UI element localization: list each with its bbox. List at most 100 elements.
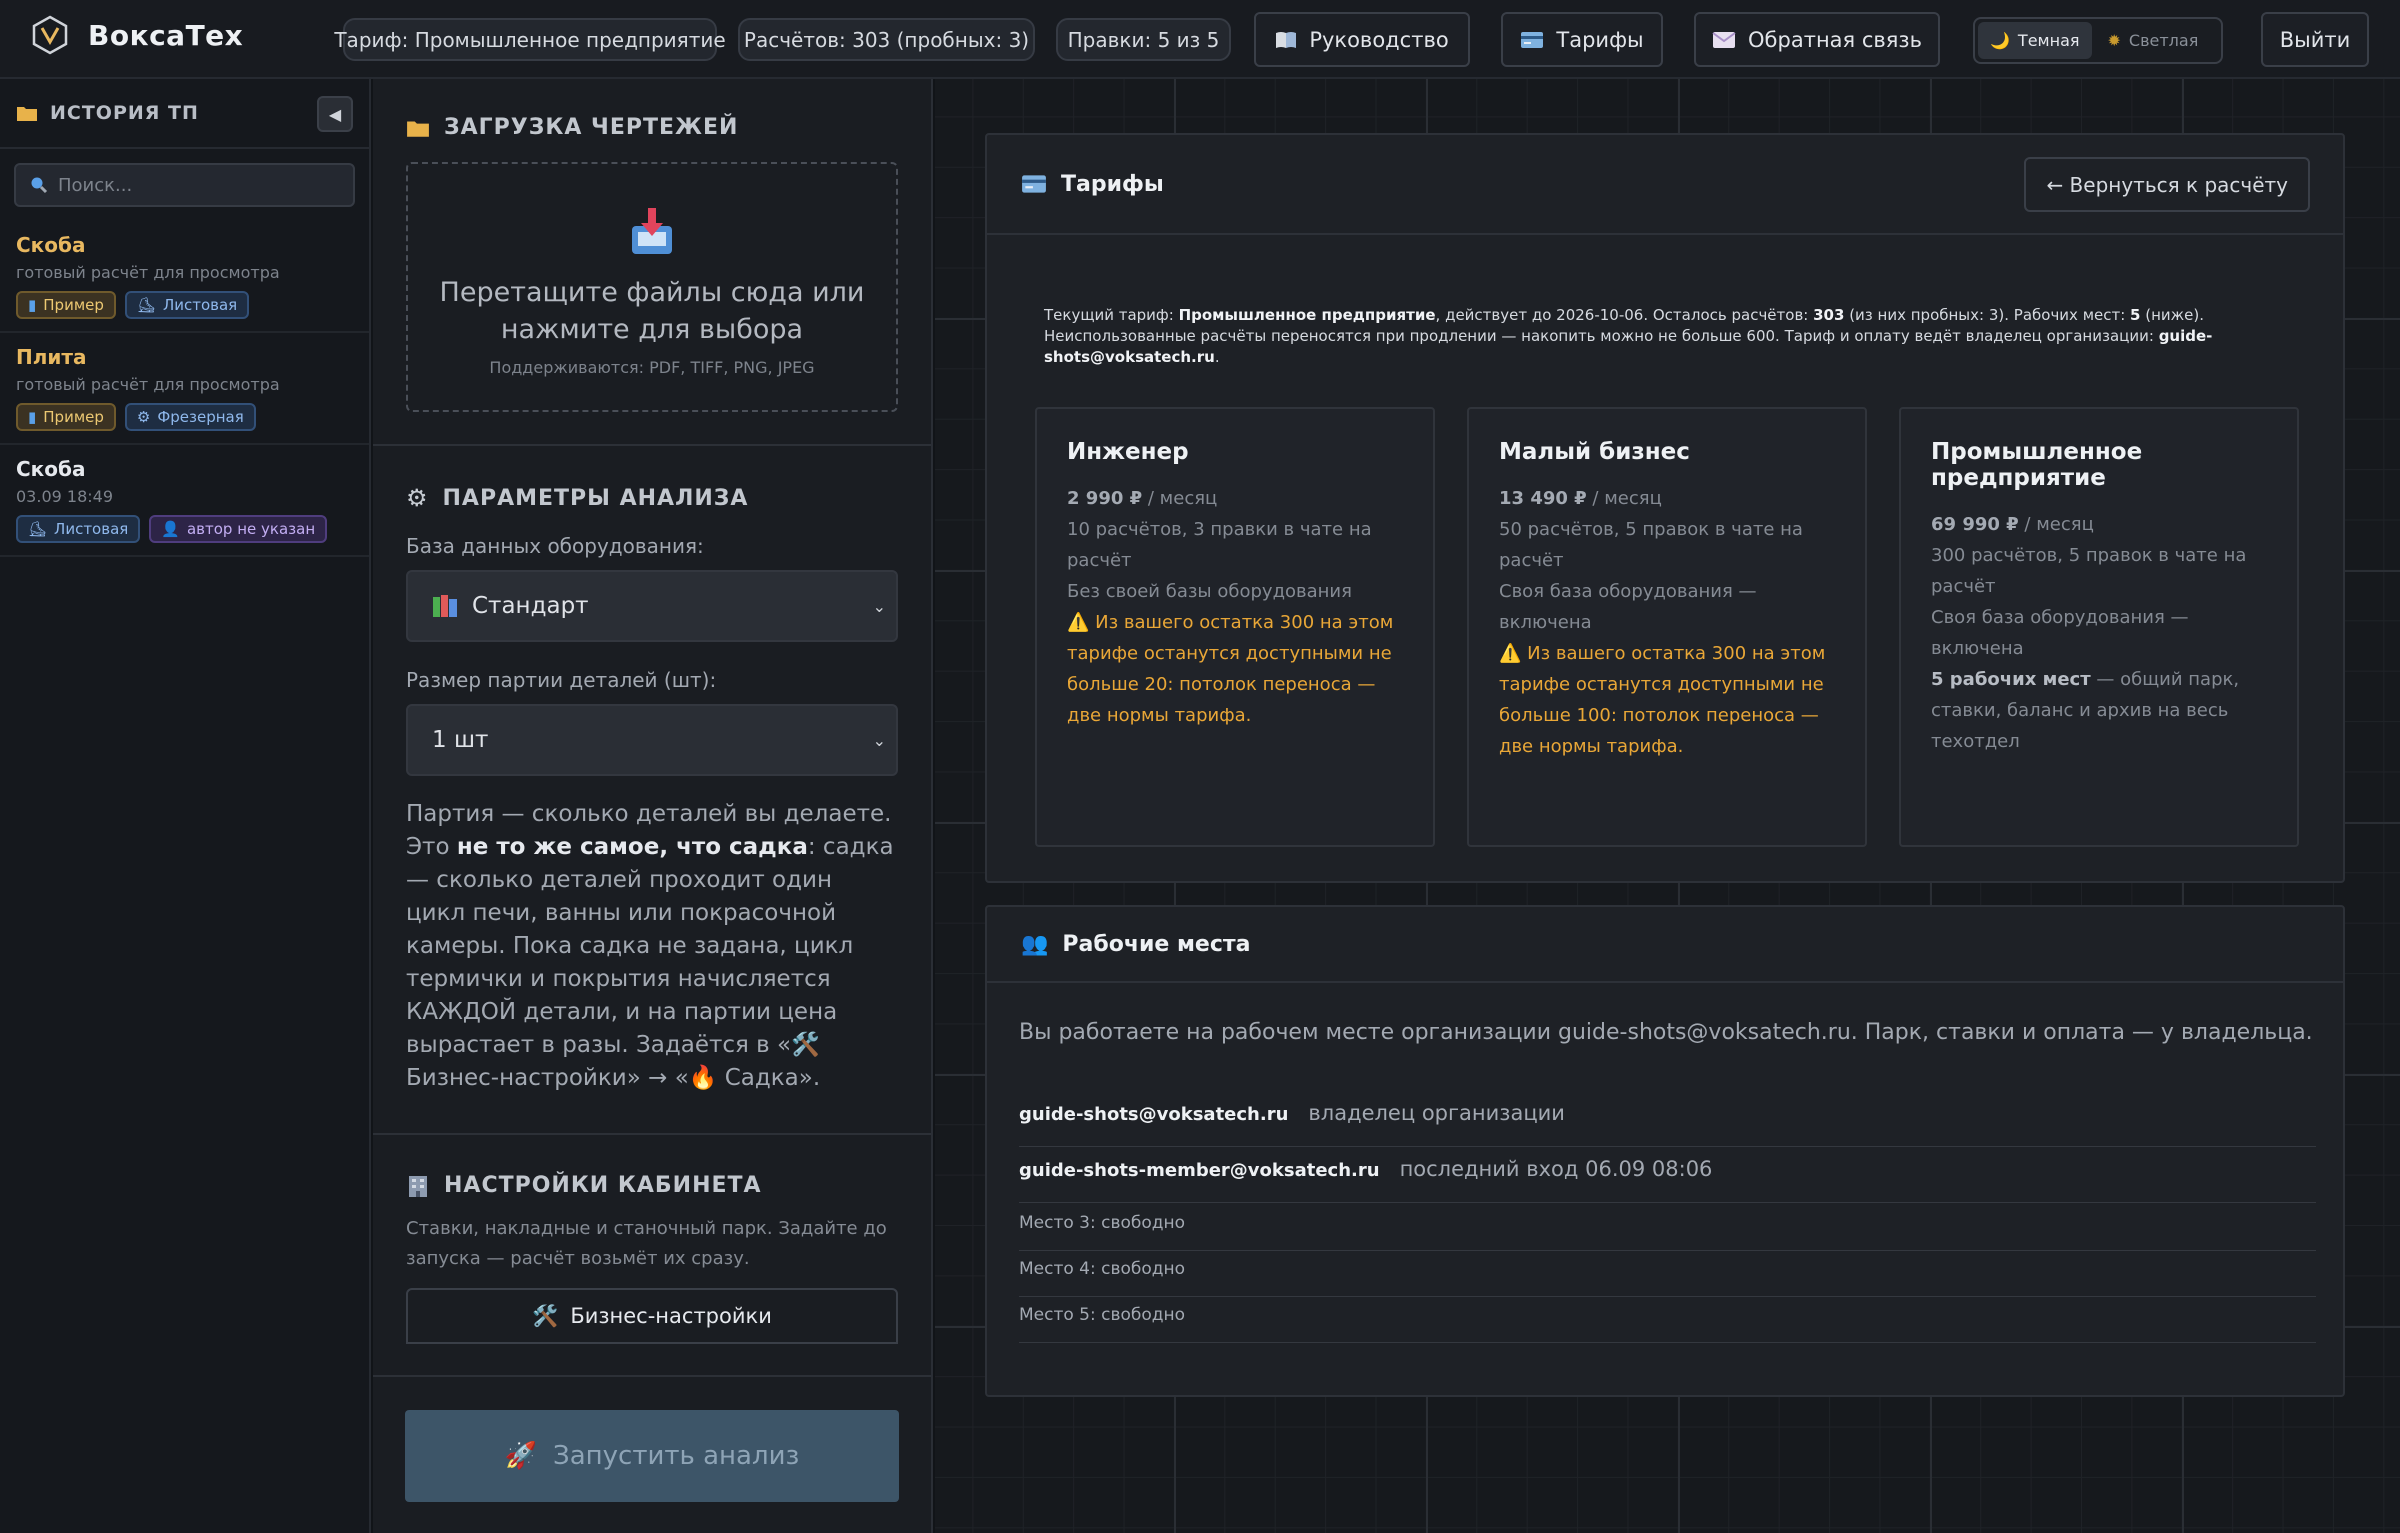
theme-light-button[interactable]: ✹ Светлая	[2096, 22, 2211, 59]
plan-card-small-business[interactable]: Малый бизнес 13 490 ₽ / месяц 50 расчёто…	[1467, 407, 1867, 847]
history-item[interactable]: Скоба 03.09 18:49 ⛸ Листовая 👤 автор не ук…	[0, 445, 369, 557]
current-tariff-info: Текущий тариф: Промышленное предприятие,…	[1044, 305, 2334, 368]
triangle-left-icon: ◀	[328, 104, 342, 124]
guide-button[interactable]: Руководство	[1254, 12, 1470, 67]
plan-card-enterprise[interactable]: Промышленное предприятие 69 990 ₽ / меся…	[1899, 407, 2299, 847]
info-calcs: 303	[1813, 306, 1845, 324]
equipment-db-select[interactable]: Стандарт ⌄	[406, 570, 898, 642]
batch-select-value: 1 шт	[432, 727, 489, 753]
info-plan: Промышленное предприятие	[1178, 306, 1436, 324]
back-to-calc-button[interactable]: ← Вернуться к расчёту	[2024, 157, 2310, 212]
sheet-tag: ⛸ Листовая	[124, 291, 250, 319]
info-text: (ниже).	[2140, 306, 2205, 324]
analysis-params-section: ⚙ ПАРАМЕТРЫ АНАЛИЗА База данных оборудов…	[373, 446, 931, 1135]
tag-label: Пример	[43, 408, 104, 426]
plan-seats-bold: 5 рабочих мест	[1931, 669, 2091, 690]
plan-price: 2 990 ₽ / месяц	[1067, 483, 1403, 514]
logo[interactable]: ВоксаТех	[30, 15, 243, 55]
logout-label: Выйти	[2279, 27, 2351, 52]
inbox-download-icon	[632, 208, 672, 254]
run-analysis-button[interactable]: 🚀 Запустить анализ	[405, 1410, 899, 1502]
info-seats: 5	[2130, 306, 2141, 324]
rocket-icon: 🚀	[504, 1441, 538, 1471]
history-search[interactable]	[14, 163, 355, 207]
sidebar-header: ИСТОРИЯ ТП ◀	[0, 79, 369, 149]
info-text: (из них пробных: 3). Рабочих мест:	[1844, 306, 2131, 324]
tag-label: Листовая	[54, 520, 129, 538]
file-dropzone[interactable]: Перетащите файлы сюда или нажмите для вы…	[406, 162, 898, 412]
feedback-button[interactable]: Обратная связь	[1694, 12, 1940, 67]
envelope-icon	[1712, 31, 1736, 48]
plan-price: 13 490 ₽ / месяц	[1499, 483, 1835, 514]
business-settings-button[interactable]: 🛠️ Бизнес-настройки	[406, 1288, 898, 1344]
gear-icon: ⚙	[406, 484, 429, 512]
free-slot-label: Место 4: свободно	[1019, 1259, 1186, 1279]
plan-name: Промышленное предприятие	[1931, 439, 2143, 491]
params-heading: ⚙ ПАРАМЕТРЫ АНАЛИЗА	[406, 484, 898, 512]
plan-limits: 10 расчётов, 3 правки в чате на расчёт	[1067, 519, 1372, 571]
note-text: : садка — сколько деталей проходит один …	[406, 834, 894, 1091]
member-email: guide-shots-member@voksatech.ru	[1019, 1160, 1380, 1181]
user-icon: 👤	[161, 520, 180, 538]
theme-toggle: 🌙 Темная ✹ Светлая	[1973, 17, 2223, 64]
plan-seats: 5 рабочих мест — общий парк, ставки, бал…	[1931, 664, 2267, 757]
chevron-down-icon: ⌄	[872, 731, 886, 750]
info-text: .	[1214, 348, 1220, 366]
theme-dark-button[interactable]: 🌙 Темная	[1978, 22, 2092, 59]
search-icon	[31, 177, 48, 194]
plan-limits: 300 расчётов, 5 правок в чате на расчёт	[1931, 545, 2247, 597]
books-icon	[433, 595, 457, 617]
workspaces-intro: Вы работаете на рабочем месте организаци…	[1019, 1020, 2313, 1045]
free-slot-label: Место 3: свободно	[1019, 1213, 1186, 1233]
tariffs-button[interactable]: Тарифы	[1501, 12, 1663, 67]
milling-icon: ⚙	[136, 408, 151, 426]
cabinet-heading: НАСТРОЙКИ КАБИНЕТА	[406, 1173, 898, 1198]
history-sidebar: ИСТОРИЯ ТП ◀ Скоба готовый расчёт для пр…	[0, 79, 371, 1533]
batch-label: Размер партии деталей (шт):	[406, 668, 717, 692]
sheet-tag: ⛸ Листовая	[16, 515, 141, 543]
dropzone-text: Перетащите файлы сюда или нажмите для вы…	[439, 277, 865, 345]
cabinet-heading-text: НАСТРОЙКИ КАБИНЕТА	[444, 1173, 762, 1198]
collapse-sidebar-button[interactable]: ◀	[317, 96, 353, 132]
folder-icon	[407, 120, 429, 137]
note-bold: не то же самое, что садка	[456, 834, 808, 860]
plan-card-engineer[interactable]: Инженер 2 990 ₽ / месяц 10 расчётов, 3 п…	[1035, 407, 1435, 847]
upload-section: ЗАГРУЗКА ЧЕРТЕЖЕЙ Перетащите файлы сюда …	[373, 79, 931, 446]
free-slot-row: Место 5: свободно	[1019, 1297, 2316, 1343]
sheet-metal-icon: ⛸	[28, 520, 48, 538]
tariffs-label: Тарифы	[1556, 27, 1644, 52]
milling-tag: ⚙ Фрезерная	[124, 403, 256, 431]
info-text: Неиспользованные расчёты переносятся при…	[1044, 327, 2159, 345]
history-item-date: 03.09 18:49	[16, 487, 113, 506]
history-item[interactable]: Скоба готовый расчёт для просмотра ▮ Прим…	[0, 221, 369, 333]
book-icon: ▮	[28, 296, 37, 314]
plan-price-value: 13 490 ₽	[1499, 488, 1587, 509]
history-item-title: Скоба	[16, 457, 86, 481]
tariffs-card: Тарифы ← Вернуться к расчёту Текущий тар…	[985, 133, 2345, 883]
example-tag: ▮ Пример	[16, 291, 116, 319]
cabinet-desc: Ставки, накладные и станочный парк. Зада…	[406, 1218, 887, 1269]
run-button-label: Запустить анализ	[553, 1441, 800, 1471]
calculations-pill: Расчётов: 303 (пробных: 3)	[738, 18, 1035, 61]
batch-size-select[interactable]: 1 шт ⌄	[406, 704, 898, 776]
history-item[interactable]: Плита готовый расчёт для просмотра ▮ Прим…	[0, 333, 369, 445]
author-tag: 👤 автор не указан	[149, 515, 328, 543]
batch-note: Партия — сколько деталей вы делаете. Это…	[406, 798, 898, 1095]
tag-label: Пример	[43, 296, 104, 314]
plan-warning: ⚠️ Из вашего остатка 300 на этом тарифе …	[1499, 643, 1826, 757]
free-slot-row: Место 3: свободно	[1019, 1205, 2316, 1251]
theme-light-label: Светлая	[2128, 31, 2199, 50]
plan-db: Своя база оборудования — включена	[1499, 581, 1757, 633]
dropzone-formats: Поддерживаются: PDF, TIFF, PNG, JPEG	[489, 358, 815, 377]
feedback-label: Обратная связь	[1748, 27, 1922, 52]
logout-button[interactable]: Выйти	[2261, 12, 2369, 67]
edits-pill: Правки: 5 из 5	[1056, 18, 1231, 61]
db-label: База данных оборудования:	[406, 534, 704, 558]
plan-price: 69 990 ₽ / месяц	[1931, 509, 2267, 540]
search-input[interactable]	[58, 174, 318, 196]
upload-heading: ЗАГРУЗКА ЧЕРТЕЖЕЙ	[406, 115, 898, 140]
free-slot-row: Место 4: свободно	[1019, 1251, 2316, 1297]
workspaces-card: 👥 Рабочие места Вы работаете на рабочем …	[985, 905, 2345, 1397]
plan-period: / месяц	[2018, 514, 2094, 535]
tools-icon: 🛠️	[532, 1303, 559, 1328]
